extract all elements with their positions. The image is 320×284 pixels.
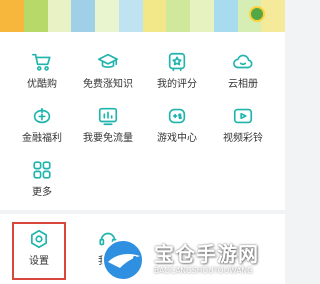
banner-badge-icon [249,6,265,22]
shopping-cart-icon [31,51,53,73]
banner-pixel [95,0,119,32]
banner-pixel [261,0,285,32]
more-grid-icon [31,159,53,181]
support-icon [97,228,119,250]
top-banner[interactable] [0,0,285,32]
settings-highlight-box [12,222,66,280]
grid-item-my-rating[interactable]: 我的评分 [141,50,213,102]
grid-item-label: 免费涨知识 [83,79,133,90]
data-traffic-icon [97,105,119,127]
grid-item-cloud-album[interactable]: 云相册 [207,50,279,102]
banner-pixel [0,0,24,32]
gamepad-icon [166,105,188,127]
grid-item-video-ringtone[interactable]: 视频彩铃 [207,104,279,156]
grid-item-label: 我的评分 [157,79,197,90]
grid-item-label: 更多 [32,187,52,198]
star-rating-icon [166,51,188,73]
grid-item-label: 视频彩铃 [223,133,263,144]
banner-pixel [142,0,167,32]
banner-pixel [23,0,48,32]
cloud-icon [232,51,254,73]
services-panel: 优酷购 免费涨知识 我的评分 云相册 金融福利 我要免流量 游戏中心 视频彩铃 … [0,32,285,210]
grid-item-youku-shop[interactable]: 优酷购 [6,50,78,102]
grid-item-free-data[interactable]: 我要免流量 [72,104,144,156]
app-page: 优酷购 免费涨知识 我的评分 云相册 金融福利 我要免流量 游戏中心 视频彩铃 … [0,0,285,284]
grid-item-game-center[interactable]: 游戏中心 [141,104,213,156]
grid-item-more[interactable]: 更多 [6,158,78,210]
video-ringtone-icon [232,105,254,127]
grid-item-label: 我要免流量 [83,133,133,144]
banner-pixel [190,0,214,32]
piggy-bank-icon [31,105,53,127]
grid-item-label: 云相册 [228,79,258,90]
grid-item-finance-welfare[interactable]: 金融福利 [6,104,78,156]
banner-pixel [166,0,190,32]
banner-pixel [118,0,143,32]
banner-pixel [71,0,95,32]
graduation-cap-icon [97,51,119,73]
grid-item-free-knowledge[interactable]: 免费涨知识 [72,50,144,102]
banner-pixel [47,0,72,32]
grid-item-label: 游戏中心 [157,133,197,144]
grid-item-label: 优酷购 [27,79,57,90]
banner-pixel [213,0,238,32]
my-service-label: 我的 [98,256,118,267]
grid-item-label: 金融福利 [22,133,62,144]
my-service-item[interactable]: 我的 [72,227,144,279]
